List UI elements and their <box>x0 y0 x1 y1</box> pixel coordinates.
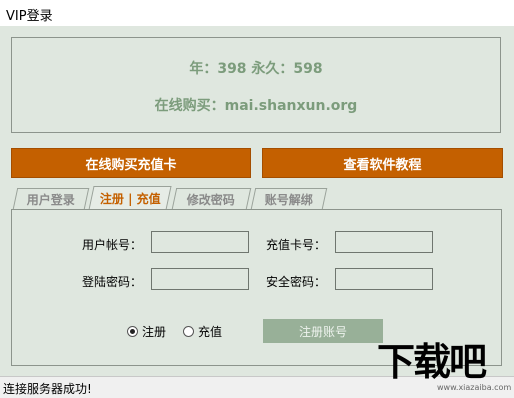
tab-register-recharge[interactable]: 注册 | 充值 <box>88 186 172 210</box>
tab-unbind-account[interactable]: 账号解绑 <box>250 188 328 209</box>
buy-card-button[interactable]: 在线购买充值卡 <box>11 148 251 178</box>
tab-label: 注册 | 充值 <box>99 192 161 206</box>
status-text: 连接服务器成功! <box>3 382 92 396</box>
title-bar: VIP登录 <box>0 0 514 26</box>
price-text: 年：398 永久：598 <box>189 61 323 77</box>
recharge-radio-label: 充值 <box>198 325 223 339</box>
login-password-input[interactable] <box>151 268 249 290</box>
tab-change-password[interactable]: 修改密码 <box>171 188 252 209</box>
tab-user-login[interactable]: 用户登录 <box>12 188 90 209</box>
user-account-label: 用户帐号： <box>81 238 142 252</box>
window-title: VIP登录 <box>6 9 53 24</box>
login-password-label: 登陆密码： <box>81 275 142 289</box>
recharge-radio-option[interactable]: 充值 <box>183 323 222 340</box>
purchase-url-text: 在线购买：mai.shanxun.org <box>154 98 358 114</box>
security-password-label: 安全密码： <box>265 275 326 289</box>
watermark-url: www.xiazaiba.com <box>437 383 512 392</box>
view-tutorial-button[interactable]: 查看软件教程 <box>262 148 503 178</box>
register-account-button[interactable]: 注册账号 <box>263 319 383 343</box>
register-radio[interactable] <box>127 326 138 337</box>
tab-label: 账号解绑 <box>264 192 313 207</box>
recharge-radio[interactable] <box>183 326 194 337</box>
tab-label: 修改密码 <box>187 192 236 207</box>
watermark-text: 下载吧 <box>377 340 487 384</box>
user-account-input[interactable] <box>151 231 249 253</box>
watermark-logo: 下载吧 www.xiazaiba.com <box>377 340 511 392</box>
pricing-panel: 年：398 永久：598 在线购买：mai.shanxun.org <box>11 37 501 133</box>
tab-label: 用户登录 <box>26 192 75 207</box>
card-number-label: 充值卡号： <box>265 238 326 252</box>
card-number-input[interactable] <box>335 231 433 253</box>
register-radio-label: 注册 <box>142 325 167 339</box>
security-password-input[interactable] <box>335 268 433 290</box>
register-radio-option[interactable]: 注册 <box>127 323 166 340</box>
